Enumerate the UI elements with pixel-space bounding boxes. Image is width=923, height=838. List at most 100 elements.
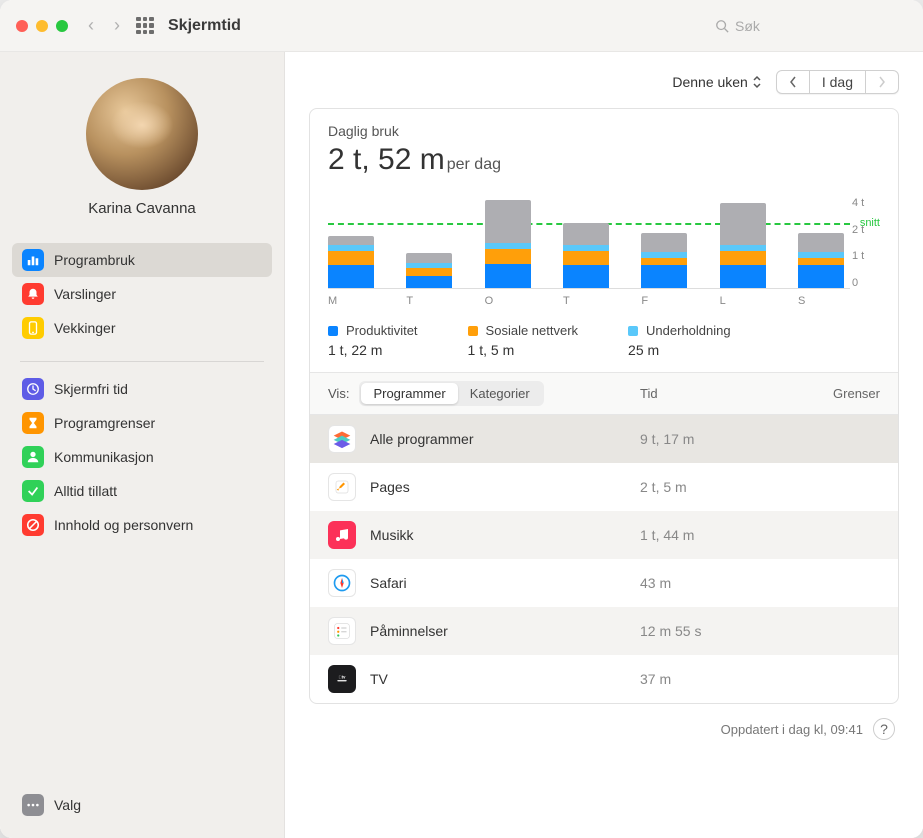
ellipsis-icon xyxy=(22,794,44,816)
usage-value: 2 t, 52 mper dag xyxy=(328,143,880,177)
chevron-right-icon xyxy=(878,76,886,88)
app-name: Påminnelser xyxy=(370,623,640,639)
legend-value: 25 m xyxy=(628,342,731,358)
today-button[interactable]: I dag xyxy=(810,71,866,93)
search-input[interactable]: Søk xyxy=(707,14,907,38)
sidebar-item-alltid-tillatt[interactable]: Alltid tillatt xyxy=(12,474,272,508)
close-button[interactable] xyxy=(16,20,28,32)
sidebar-item-skjermfri-tid[interactable]: Skjermfri tid xyxy=(12,372,272,406)
help-button[interactable]: ? xyxy=(873,718,895,740)
bar-chart-icon xyxy=(22,249,44,271)
legend-label: Produktivitet xyxy=(346,323,418,338)
col-header-grenser: Grenser xyxy=(810,386,880,401)
app-time: 9 t, 17 m xyxy=(640,431,810,447)
forward-button[interactable]: › xyxy=(114,15,120,36)
body: Karina Cavanna Programbruk VarslingerVekk… xyxy=(0,52,923,838)
user-name: Karina Cavanna xyxy=(12,200,272,217)
zoom-button[interactable] xyxy=(56,20,68,32)
sidebar-item-label: Valg xyxy=(54,797,81,813)
chart-area: 4 t2 t1 t0snittMTOTFLS xyxy=(310,197,898,319)
pencil-icon xyxy=(328,473,356,501)
sidebar-item-programgrenser[interactable]: Programgrenser xyxy=(12,406,272,440)
app-name: Musikk xyxy=(370,527,640,543)
legend-swatch xyxy=(628,326,638,336)
sidebar-item-label: Programgrenser xyxy=(54,415,155,431)
vis-label: Vis: xyxy=(328,386,349,401)
window: ‹ › Skjermtid Søk Karina Cavanna Program… xyxy=(0,0,923,838)
col-header-tid: Tid xyxy=(640,386,810,401)
table-controls: Vis: ProgrammerKategorier Tid Grenser xyxy=(310,372,898,415)
sidebar-item-label: Alltid tillatt xyxy=(54,483,117,499)
app-row[interactable]: Musikk1 t, 44 m xyxy=(310,511,898,559)
search-icon xyxy=(715,19,729,33)
legend-label: Sosiale nettverk xyxy=(486,323,579,338)
usage-chart: 4 t2 t1 t0snittMTOTFLS xyxy=(328,197,880,307)
sidebar-item-programbruk[interactable]: Programbruk xyxy=(12,243,272,277)
view-tabs: ProgrammerKategorier xyxy=(359,381,543,406)
sidebar-group-1: Programbruk VarslingerVekkinger xyxy=(12,243,272,345)
sidebar-item-options[interactable]: Valg xyxy=(12,788,272,822)
app-time: 37 m xyxy=(640,671,810,687)
apps-grid-icon[interactable] xyxy=(136,17,154,35)
prev-day-button[interactable] xyxy=(777,71,810,93)
legend-value: 1 t, 5 m xyxy=(468,342,579,358)
legend-swatch xyxy=(468,326,478,336)
nav-arrows: ‹ › xyxy=(88,15,120,36)
chevron-left-icon xyxy=(789,76,797,88)
sidebar-item-varslinger[interactable]: Varslinger xyxy=(12,277,272,311)
legend-swatch xyxy=(328,326,338,336)
top-controls: Denne uken I dag xyxy=(309,70,899,94)
legend-item: Produktivitet1 t, 22 m xyxy=(328,323,418,358)
next-day-button[interactable] xyxy=(866,71,898,93)
app-name: Safari xyxy=(370,575,640,591)
sidebar-item-innhold-og-personvern[interactable]: Innhold og personvern xyxy=(12,508,272,542)
sidebar: Karina Cavanna Programbruk VarslingerVekk… xyxy=(0,52,285,838)
updated-label: Oppdatert i dag kl, 09:41 xyxy=(721,722,863,737)
app-time: 12 m 55 s xyxy=(640,623,810,639)
list-icon xyxy=(328,617,356,645)
nosign-icon xyxy=(22,514,44,536)
person-icon xyxy=(22,446,44,468)
usage-title: Daglig bruk xyxy=(328,123,880,139)
traffic-lights xyxy=(16,20,68,32)
check-icon xyxy=(22,480,44,502)
app-row[interactable]: tvTV37 m xyxy=(310,655,898,703)
view-tab-programmer[interactable]: Programmer xyxy=(361,383,457,404)
main-content: Denne uken I dag Daglig xyxy=(285,52,923,838)
sidebar-item-vekkinger[interactable]: Vekkinger xyxy=(12,311,272,345)
usage-suffix: per dag xyxy=(447,156,501,173)
music-icon xyxy=(328,521,356,549)
sidebar-group-2: Skjermfri tid Programgrenser Kommunikasjon… xyxy=(12,372,272,542)
clock-icon xyxy=(22,378,44,400)
usage-card: Daglig bruk 2 t, 52 mper dag 4 t2 t1 t0s… xyxy=(309,108,899,704)
phone-icon xyxy=(22,317,44,339)
avatar[interactable] xyxy=(86,78,198,190)
app-row[interactable]: Påminnelser12 m 55 s xyxy=(310,607,898,655)
back-button[interactable]: ‹ xyxy=(88,15,94,36)
chevron-updown-icon xyxy=(752,75,762,89)
app-time: 1 t, 44 m xyxy=(640,527,810,543)
view-tab-kategorier[interactable]: Kategorier xyxy=(458,383,542,404)
search-placeholder: Søk xyxy=(735,18,760,34)
app-row[interactable]: Alle programmer9 t, 17 m xyxy=(310,415,898,463)
sidebar-item-kommunikasjon[interactable]: Kommunikasjon xyxy=(12,440,272,474)
legend-item: Underholdning25 m xyxy=(628,323,731,358)
chart-baseline xyxy=(328,197,850,289)
date-segments: I dag xyxy=(776,70,899,94)
app-row[interactable]: Pages2 t, 5 m xyxy=(310,463,898,511)
app-time: 43 m xyxy=(640,575,810,591)
chart-y-labels: 4 t2 t1 t0 xyxy=(852,197,880,289)
titlebar: ‹ › Skjermtid Søk xyxy=(0,0,923,52)
compass-icon xyxy=(328,569,356,597)
app-row[interactable]: Safari43 m xyxy=(310,559,898,607)
sidebar-item-label: Programbruk xyxy=(54,252,135,268)
period-dropdown[interactable]: Denne uken xyxy=(668,72,766,92)
legend-item: Sosiale nettverk 1 t, 5 m xyxy=(468,323,579,358)
chart-x-labels: MTOTFLS xyxy=(328,295,850,307)
stack-icon xyxy=(328,425,356,453)
sidebar-divider xyxy=(20,361,264,362)
minimize-button[interactable] xyxy=(36,20,48,32)
period-label: Denne uken xyxy=(672,74,748,90)
footer: Oppdatert i dag kl, 09:41 ? xyxy=(309,704,899,740)
app-list: Alle programmer9 t, 17 mPages2 t, 5 mMus… xyxy=(310,415,898,703)
